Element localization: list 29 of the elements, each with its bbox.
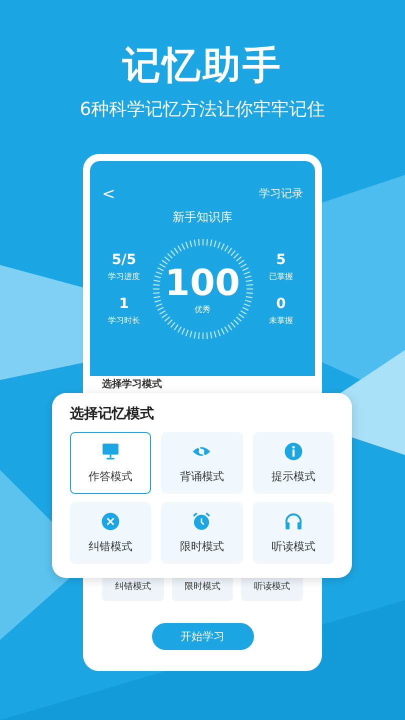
- mode-tile[interactable]: 限时模式: [172, 576, 234, 601]
- alarm-clock-icon: [192, 512, 212, 531]
- monitor-icon: [101, 442, 120, 461]
- stat-value: 0: [276, 296, 286, 313]
- mode-card[interactable]: 纠错模式: [70, 502, 152, 564]
- mode-tile[interactable]: 纠错模式: [102, 576, 164, 601]
- stat-label: 未掌握: [269, 315, 293, 326]
- mode-card[interactable]: 提示模式: [252, 432, 334, 494]
- stat-label: 学习时长: [108, 315, 140, 326]
- stat-label: 已掌握: [269, 271, 293, 282]
- mode-card[interactable]: 背诵模式: [161, 432, 243, 494]
- mode-card[interactable]: 听读模式: [252, 502, 334, 564]
- popup-title: 选择记忆模式: [70, 405, 155, 423]
- stat-value: 1: [119, 296, 129, 313]
- stat-value: 5/5: [112, 252, 136, 269]
- headphones-icon: [284, 512, 303, 531]
- mode-card[interactable]: 作答模式: [70, 432, 152, 494]
- stat-value: 5: [276, 252, 286, 269]
- library-title: 新手知识库: [172, 209, 234, 225]
- mode-tile[interactable]: 听读模式: [241, 576, 304, 601]
- close-circle-icon: [101, 512, 120, 531]
- info-icon: [284, 442, 303, 461]
- subheadline: 6种科学记忆方法让你牢牢记住: [80, 98, 326, 122]
- stat-label: 学习进度: [108, 271, 140, 282]
- mode-card[interactable]: 限时模式: [161, 502, 243, 564]
- headline: 记忆助手: [122, 42, 282, 88]
- section-title: 选择学习模式: [102, 379, 163, 391]
- score-value: 100: [164, 264, 240, 304]
- score-grade: 优秀: [194, 304, 210, 314]
